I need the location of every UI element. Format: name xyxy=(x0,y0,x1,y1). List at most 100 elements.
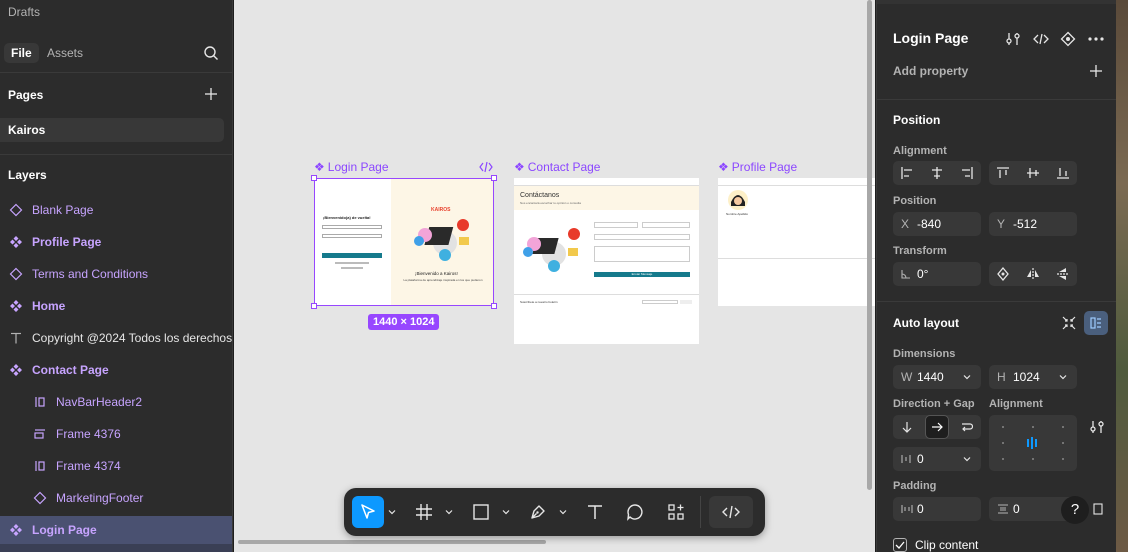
page-item-kairos[interactable]: Kairos xyxy=(0,118,224,142)
dev-mode-button[interactable] xyxy=(709,496,753,528)
align-right-icon[interactable] xyxy=(955,161,979,185)
y-position-field[interactable]: Y -512 xyxy=(989,212,1077,236)
layer-item[interactable]: Terms and Conditions xyxy=(0,260,232,288)
horizontal-padding-field[interactable]: 0 xyxy=(893,497,981,521)
rotate-icon[interactable] xyxy=(991,262,1015,286)
actions-tool-button[interactable] xyxy=(660,496,692,528)
chevron-down-icon[interactable] xyxy=(388,508,396,516)
position-section-title: Position xyxy=(893,113,941,127)
login-heading: ¡Bienvenido(a) de vuelta! xyxy=(323,215,371,220)
canvas[interactable]: ❖ Login Page ¡Bienvenido(a) de vuelta! KA… xyxy=(234,0,875,552)
horizontal-scrollbar[interactable] xyxy=(238,540,546,544)
layer-item-selected[interactable]: Login Page xyxy=(0,516,232,544)
welcome-text: ¡Bienvenido a Kairos! xyxy=(415,271,458,276)
direction-gap-label: Direction + Gap xyxy=(893,398,975,410)
drafts-breadcrumb[interactable]: Drafts xyxy=(8,5,40,19)
clip-content-checkbox[interactable] xyxy=(893,538,907,552)
text-tool-button[interactable] xyxy=(579,496,611,528)
layer-item[interactable]: NavBarHeader2 xyxy=(0,388,232,416)
pen-tool-button[interactable] xyxy=(522,496,554,528)
transform-group xyxy=(989,262,1077,286)
instance-frame-icon xyxy=(33,459,47,473)
component-icon: ❖ xyxy=(514,160,525,174)
layer-label: Frame 4376 xyxy=(56,427,121,441)
code-icon[interactable] xyxy=(479,161,493,173)
layer-item[interactable]: Frame 4376 xyxy=(0,420,232,448)
align-left-icon[interactable] xyxy=(895,161,919,185)
layer-item[interactable]: Copyright @2024 Todos los derechos xyxy=(0,324,232,352)
align-top-icon[interactable] xyxy=(991,161,1015,185)
help-button[interactable]: ? xyxy=(1061,496,1089,524)
code-icon[interactable] xyxy=(1029,27,1053,51)
align-bottom-icon[interactable] xyxy=(1051,161,1075,185)
position-label: Position xyxy=(893,195,937,207)
vertical-scrollbar[interactable] xyxy=(867,0,872,490)
flip-vertical-icon[interactable] xyxy=(1051,262,1075,286)
add-page-icon[interactable] xyxy=(204,87,218,101)
chevron-down-icon[interactable] xyxy=(1059,373,1067,381)
flip-horizontal-icon[interactable] xyxy=(1021,262,1045,286)
layer-item[interactable]: Home xyxy=(0,292,232,320)
resize-handle[interactable] xyxy=(311,303,317,309)
more-options-icon[interactable] xyxy=(1084,27,1108,51)
layer-item[interactable]: MarketingFooter xyxy=(0,484,232,512)
wrap-icon[interactable] xyxy=(955,415,979,439)
rotation-field[interactable]: 0° xyxy=(893,262,981,286)
layer-label: Home xyxy=(32,299,66,313)
transform-label: Transform xyxy=(893,245,947,257)
contact-page-thumbnail[interactable]: Contáctanos Nos encantará escuchar tu op… xyxy=(514,178,699,344)
align-middle-icon[interactable] xyxy=(1021,161,1045,185)
toolbar-divider xyxy=(700,496,701,528)
layer-item[interactable]: Blank Page xyxy=(0,196,232,224)
tab-assets[interactable]: Assets xyxy=(40,43,90,63)
alignment-settings-icon[interactable] xyxy=(1085,415,1109,439)
height-field[interactable]: H 1024 xyxy=(989,365,1077,389)
resize-handle[interactable] xyxy=(491,175,497,181)
add-property-label[interactable]: Add property xyxy=(893,64,968,78)
collapse-auto-layout-icon[interactable] xyxy=(1057,311,1081,335)
resize-handle[interactable] xyxy=(311,175,317,181)
login-page-thumbnail[interactable]: ¡Bienvenido(a) de vuelta! KAIROS ¡Bienve… xyxy=(314,178,494,306)
divider xyxy=(0,72,233,73)
chevron-down-icon[interactable] xyxy=(559,508,567,516)
frame-title-text: Profile Page xyxy=(731,160,798,174)
x-position-field[interactable]: X -840 xyxy=(893,212,981,236)
instance-frame-icon xyxy=(33,395,47,409)
frame-tool-button[interactable] xyxy=(408,496,440,528)
component-target-icon[interactable] xyxy=(1056,27,1080,51)
chevron-down-icon[interactable] xyxy=(963,455,971,463)
auto-layout-frame-icon xyxy=(33,427,47,441)
frame-title-profile[interactable]: ❖ Profile Page xyxy=(718,160,797,174)
width-field[interactable]: W 1440 xyxy=(893,365,981,389)
add-icon[interactable] xyxy=(1089,64,1103,78)
layer-item[interactable]: Profile Page xyxy=(0,228,232,256)
arrow-down-icon[interactable] xyxy=(895,415,919,439)
auto-layout-alignment-label: Alignment xyxy=(989,398,1043,410)
profile-name: Nombre Apellido xyxy=(726,212,749,216)
auto-layout-settings-icon[interactable] xyxy=(1084,311,1108,335)
profile-page-thumbnail[interactable]: Nombre Apellido xyxy=(718,178,875,306)
chevron-down-icon[interactable] xyxy=(445,508,453,516)
layer-item[interactable]: Contact Page xyxy=(0,356,232,384)
chevron-down-icon[interactable] xyxy=(502,508,510,516)
align-center-h-icon[interactable] xyxy=(925,161,949,185)
layer-label: MarketingFooter xyxy=(56,491,144,505)
tab-file[interactable]: File xyxy=(4,43,39,63)
chevron-down-icon[interactable] xyxy=(963,373,971,381)
alignment-grid[interactable] xyxy=(989,415,1077,471)
layer-item[interactable]: Frame 4374 xyxy=(0,452,232,480)
page-item-label: Kairos xyxy=(8,123,46,137)
gap-field[interactable]: 0 xyxy=(893,447,981,471)
move-tool-button[interactable] xyxy=(352,496,384,528)
direction-group xyxy=(893,415,981,439)
individual-padding-icon[interactable] xyxy=(1093,503,1103,515)
component-properties-icon[interactable] xyxy=(1001,27,1025,51)
component-outline-icon xyxy=(33,491,47,505)
search-icon[interactable] xyxy=(203,45,219,61)
frame-title-contact[interactable]: ❖ Contact Page xyxy=(514,160,600,174)
arrow-right-icon[interactable] xyxy=(925,415,949,439)
comment-tool-button[interactable] xyxy=(619,496,651,528)
resize-handle[interactable] xyxy=(491,303,497,309)
shape-tool-button[interactable] xyxy=(465,496,497,528)
frame-title-login[interactable]: ❖ Login Page xyxy=(314,160,389,174)
